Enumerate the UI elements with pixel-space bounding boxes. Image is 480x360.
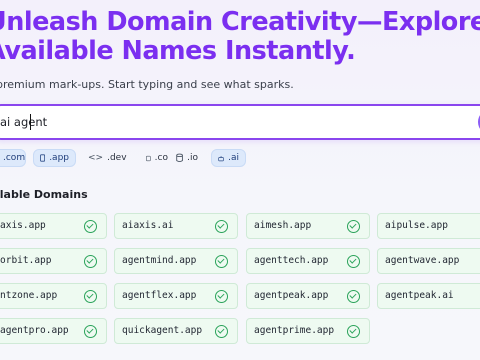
page-headline: Unleash Domain Creativity—Explore Availa… xyxy=(0,8,480,66)
check-circle-icon xyxy=(347,325,360,338)
domain-card[interactable]: aipulse.app xyxy=(377,213,480,239)
tld-chip-io[interactable]: .io xyxy=(170,149,204,167)
check-circle-icon xyxy=(347,220,360,233)
domain-card[interactable]: agentpeak.ai xyxy=(377,283,480,309)
tld-label: .app xyxy=(49,153,69,163)
check-circle-icon xyxy=(215,290,228,303)
domain-card[interactable]: agentpeak.app xyxy=(246,283,370,309)
check-circle-icon xyxy=(84,220,97,233)
domain-name: ntzone.app xyxy=(0,290,58,301)
check-circle-icon xyxy=(215,325,228,338)
domain-card[interactable]: agentprime.app xyxy=(246,318,370,344)
tld-label: .ai xyxy=(228,153,239,163)
domain-card[interactable]: agentpro.app xyxy=(0,318,107,344)
headline-line-1: Unleash Domain Creativity—Explore xyxy=(0,7,480,37)
domain-card[interactable]: agenttech.app xyxy=(246,248,370,274)
search-input[interactable] xyxy=(0,106,436,138)
headline-line-2: Available Names Instantly. xyxy=(0,36,356,66)
domain-name: aiaxis.ai xyxy=(122,220,174,231)
check-circle-icon xyxy=(84,290,97,303)
database-icon xyxy=(176,153,183,163)
domain-card[interactable]: orbit.app xyxy=(0,248,107,274)
tld-label: .dev xyxy=(107,153,127,163)
tld-chip-app[interactable]: .app xyxy=(33,149,76,167)
domain-card[interactable]: ntzone.app xyxy=(0,283,107,309)
tld-chip-dev[interactable]: <> .dev xyxy=(82,149,127,167)
phone-icon xyxy=(40,154,46,162)
check-circle-icon xyxy=(84,325,97,338)
search-box xyxy=(0,104,480,140)
tld-chip-com[interactable]: .com xyxy=(0,149,26,167)
domain-card[interactable]: agentmind.app xyxy=(114,248,238,274)
available-domains-heading: ilable Domains xyxy=(0,188,88,201)
domain-name: aipulse.app xyxy=(385,220,448,231)
document-icon xyxy=(146,155,151,161)
code-icon: <> xyxy=(88,153,104,163)
domain-name: agentpeak.ai xyxy=(385,290,454,301)
check-circle-icon xyxy=(84,255,97,268)
domain-name: agenttech.app xyxy=(254,255,329,266)
domain-name: orbit.app xyxy=(0,255,52,266)
check-circle-icon xyxy=(215,255,228,268)
tld-chip-co[interactable]: .co xyxy=(140,149,174,167)
page-subtitle: premium mark-ups. Start typing and see w… xyxy=(0,78,294,91)
domain-card[interactable]: aimesh.app xyxy=(246,213,370,239)
text-caret xyxy=(30,114,31,130)
tld-label: .com xyxy=(3,153,26,163)
domain-name: quickagent.app xyxy=(122,325,203,336)
check-circle-icon xyxy=(347,290,360,303)
domain-name: agentpro.app xyxy=(0,325,69,336)
domain-card[interactable]: quickagent.app xyxy=(114,318,238,344)
tld-label: .io xyxy=(187,153,198,163)
check-circle-icon xyxy=(347,255,360,268)
domain-card[interactable]: aiaxis.ai xyxy=(114,213,238,239)
tld-chip-ai[interactable]: .ai xyxy=(211,149,246,167)
domain-name: agentmind.app xyxy=(122,255,197,266)
domain-card[interactable]: agentflex.app xyxy=(114,283,238,309)
tld-label: .co xyxy=(154,153,168,163)
domain-name: axis.app xyxy=(0,220,46,231)
domain-name: aimesh.app xyxy=(254,220,312,231)
domain-card[interactable]: agentwave.app xyxy=(377,248,480,274)
domain-name: agentwave.app xyxy=(385,255,460,266)
check-circle-icon xyxy=(215,220,228,233)
domain-name: agentflex.app xyxy=(122,290,197,301)
domain-name: agentprime.app xyxy=(254,325,335,336)
robot-icon xyxy=(218,155,224,161)
domain-name: agentpeak.app xyxy=(254,290,329,301)
domain-card[interactable]: axis.app xyxy=(0,213,107,239)
